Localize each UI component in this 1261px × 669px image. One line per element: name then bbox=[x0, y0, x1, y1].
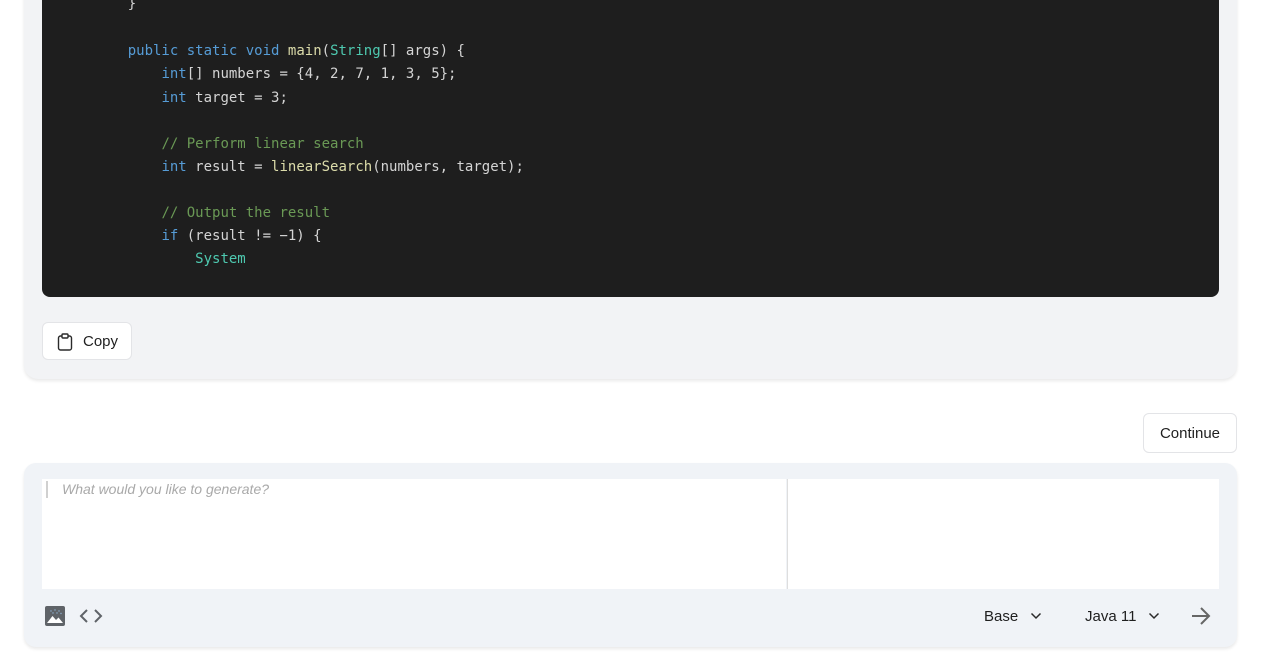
code-token: int bbox=[161, 66, 187, 82]
code-token: int bbox=[161, 90, 187, 106]
code-line: if (result != −1) { bbox=[94, 226, 322, 246]
prompt-editor[interactable] bbox=[42, 479, 786, 589]
code-line: int result = linearSearch(numbers, targe… bbox=[94, 157, 524, 177]
chevron-down-icon bbox=[1149, 612, 1160, 620]
code-block: } public static void main(String[] args)… bbox=[42, 0, 1219, 297]
mode-dropdown[interactable]: Base bbox=[984, 606, 1042, 626]
code-token: static bbox=[186, 43, 238, 59]
language-dropdown-value: Java 11 bbox=[1085, 607, 1137, 625]
copy-label: Copy bbox=[83, 333, 119, 350]
code-line: } bbox=[94, 0, 136, 14]
code-line: System bbox=[94, 249, 246, 269]
code-token: linearSearch bbox=[271, 159, 373, 175]
code-line: int target = 3; bbox=[94, 88, 288, 108]
code-token: // Output the result bbox=[161, 205, 331, 221]
code-line: // Perform linear search bbox=[94, 134, 364, 154]
clipboard-icon bbox=[57, 333, 73, 351]
code-token: (numbers, target); bbox=[372, 159, 524, 175]
code-token: [] args) { bbox=[380, 43, 465, 59]
code-token: System bbox=[195, 251, 246, 267]
code-token: int bbox=[161, 159, 187, 175]
code-line: public static void main(String[] args) { bbox=[94, 41, 465, 61]
mode-dropdown-value: Base bbox=[984, 607, 1019, 625]
code-line: // Output the result bbox=[94, 203, 330, 223]
code-token: main bbox=[287, 43, 322, 59]
code-token: } bbox=[94, 0, 137, 12]
code-token: String bbox=[330, 43, 381, 59]
code-token: [] numbers = { bbox=[186, 66, 305, 82]
code-token: 4 bbox=[304, 66, 314, 82]
continue-button[interactable]: Continue bbox=[1143, 413, 1237, 453]
send-arrow-icon[interactable] bbox=[1190, 606, 1212, 626]
language-dropdown[interactable]: Java 11 bbox=[1085, 606, 1160, 626]
editor-gutter-bar bbox=[46, 481, 48, 498]
code-token: ( bbox=[321, 43, 331, 59]
code-token: (result != −1) { bbox=[178, 228, 322, 244]
code-token: // Perform linear search bbox=[161, 136, 364, 152]
code-token: result = bbox=[186, 159, 272, 175]
code-token: void bbox=[245, 43, 280, 59]
code-token: target = 3; bbox=[186, 90, 288, 106]
code-line: int[] numbers = {4, 2, 7, 1, 3, 5}; bbox=[94, 64, 456, 84]
code-icon[interactable] bbox=[79, 607, 103, 625]
chevron-down-icon bbox=[1031, 612, 1042, 620]
code-token: if bbox=[161, 228, 179, 244]
code-token: public bbox=[127, 43, 179, 59]
copy-button[interactable]: Copy bbox=[42, 322, 132, 360]
preview-pane bbox=[787, 479, 1219, 589]
image-icon[interactable] bbox=[45, 606, 65, 626]
prompt-input[interactable] bbox=[56, 479, 782, 581]
code-token: , 2, 7, 1, 3, 5}; bbox=[313, 66, 457, 82]
